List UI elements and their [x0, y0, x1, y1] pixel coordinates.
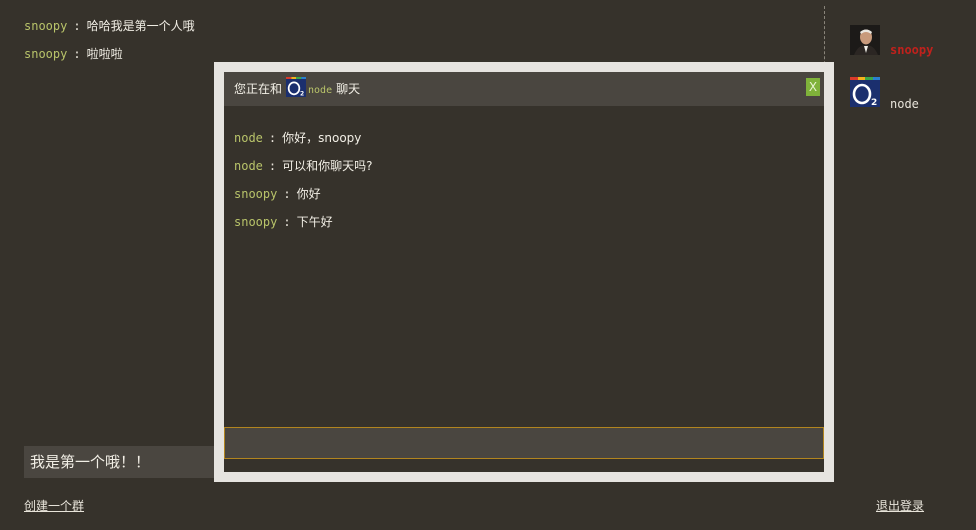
- create-group-link[interactable]: 创建一个群: [24, 497, 84, 514]
- chat-message: node: 可以和你聊天吗?: [234, 158, 373, 174]
- room-message: snoopy: 哈哈我是第一个人哦: [24, 18, 195, 34]
- o2-logo-avatar: [850, 77, 880, 107]
- title-suffix: 聊天: [336, 82, 361, 96]
- message-text: 下午好: [296, 215, 333, 229]
- message-separator: :: [73, 19, 81, 33]
- message-separator: :: [283, 187, 291, 201]
- message-separator: :: [73, 47, 81, 61]
- room-message: snoopy: 啦啦啦: [24, 46, 123, 62]
- message-text: 你好，snoopy: [282, 131, 362, 145]
- chat-partner-name: node: [308, 85, 333, 96]
- o2-logo-icon: [286, 77, 306, 97]
- room-message-input[interactable]: 我是第一个哦！！: [24, 446, 214, 478]
- dialog-title: 您正在和 node 聊天: [234, 72, 360, 106]
- title-prefix: 您正在和: [234, 82, 283, 96]
- message-author: node: [234, 159, 263, 173]
- message-text: 可以和你聊天吗?: [282, 159, 373, 173]
- message-separator: :: [268, 159, 277, 173]
- message-author: snoopy: [24, 19, 68, 33]
- chat-message: node: 你好，snoopy: [234, 130, 361, 146]
- user-name: snoopy: [890, 43, 934, 57]
- message-separator: :: [268, 131, 277, 145]
- message-text: 啦啦啦: [86, 47, 123, 61]
- message-author: snoopy: [24, 47, 68, 61]
- dialog-body: 您正在和 node 聊天 X node: 你好，snoopy node: 可以和你聊天吗…: [224, 72, 824, 472]
- private-message-input[interactable]: [224, 427, 824, 459]
- message-author: node: [234, 131, 263, 145]
- message-author: snoopy: [234, 215, 278, 229]
- message-text: 你好: [296, 187, 321, 201]
- message-text: 哈哈我是第一个人哦: [86, 19, 195, 33]
- private-chat-dialog: 您正在和 node 聊天 X node: 你好，snoopy node: 可以和你聊天吗…: [214, 62, 834, 482]
- portrait-avatar: [850, 25, 880, 55]
- message-separator: :: [283, 215, 291, 229]
- message-author: snoopy: [234, 187, 278, 201]
- chat-message: snoopy: 下午好: [234, 214, 333, 230]
- dialog-header: 您正在和 node 聊天 X: [224, 72, 824, 106]
- chat-message: snoopy: 你好: [234, 186, 321, 202]
- logout-link[interactable]: 退出登录: [876, 497, 924, 514]
- user-name: node: [890, 97, 919, 111]
- close-button[interactable]: X: [806, 78, 820, 96]
